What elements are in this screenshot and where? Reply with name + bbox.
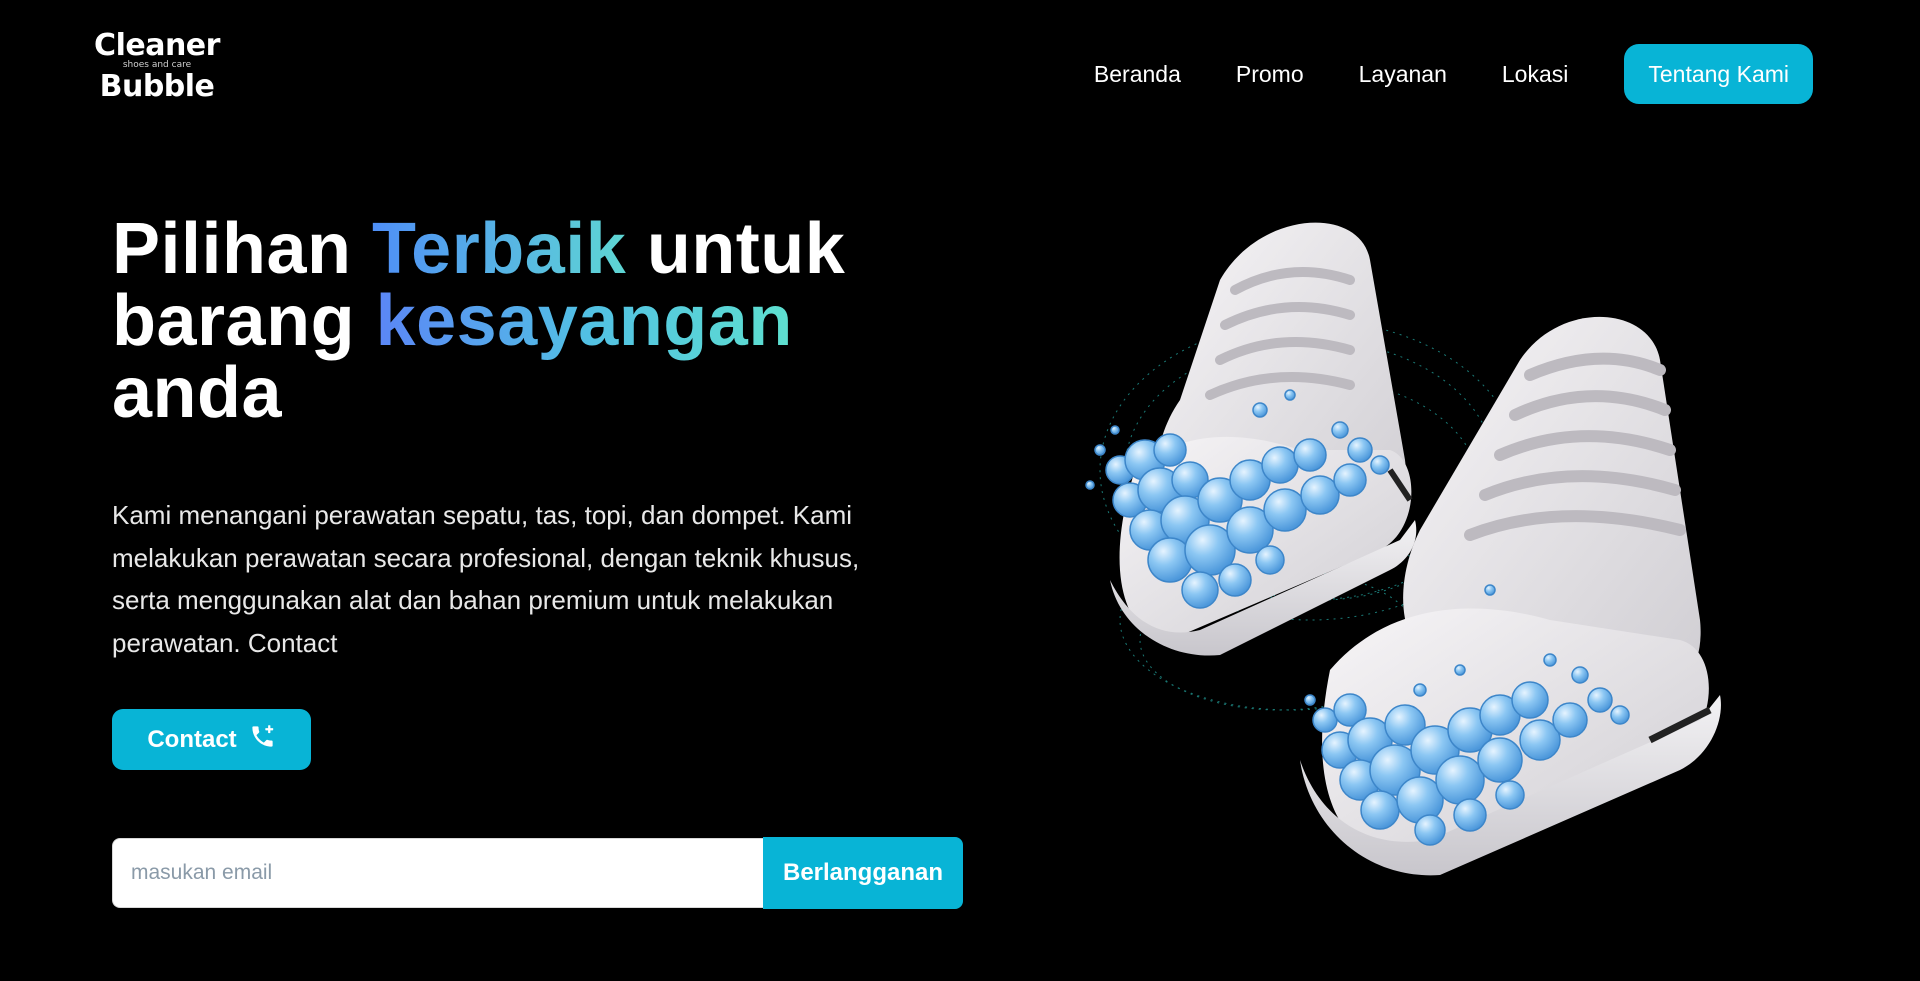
contact-button-label: Contact	[147, 725, 237, 753]
phone-icon	[249, 723, 276, 757]
brand-name-line1: Cleaner	[94, 28, 220, 63]
hero-title: Pilihan Terbaik untuk barang kesayangan …	[112, 213, 902, 429]
nav-link-promo[interactable]: Promo	[1236, 61, 1304, 88]
main-nav: Beranda Promo Layanan Lokasi Tentang Kam…	[1094, 44, 1813, 104]
subscribe-button[interactable]: Berlangganan	[763, 837, 963, 909]
nav-link-lokasi[interactable]: Lokasi	[1502, 61, 1568, 88]
email-input[interactable]	[112, 838, 763, 908]
hero-title-part3: anda	[112, 353, 283, 433]
hero-title-part1: Pilihan	[112, 209, 373, 289]
nav-link-beranda[interactable]: Beranda	[1094, 61, 1181, 88]
subscribe-form: Berlangganan	[112, 837, 963, 910]
hero-title-highlight-kesayangan: kesayangan	[375, 281, 793, 361]
sneakers-illustration	[1060, 200, 1820, 900]
brand-logo[interactable]: Cleaner shoes and care Bubble	[90, 30, 224, 103]
nav-link-layanan[interactable]: Layanan	[1359, 61, 1447, 88]
tentang-kami-button[interactable]: Tentang Kami	[1624, 44, 1813, 104]
hero-title-highlight-terbaik: Terbaik	[372, 209, 627, 289]
hero-description: Kami menangani perawatan sepatu, tas, to…	[112, 500, 860, 658]
back-shoe	[1110, 222, 1417, 656]
brand-name-line2: Bubble	[99, 69, 215, 104]
sneakers-with-bubbles-icon	[1085, 222, 1721, 876]
contact-button[interactable]: Contact	[112, 709, 311, 770]
